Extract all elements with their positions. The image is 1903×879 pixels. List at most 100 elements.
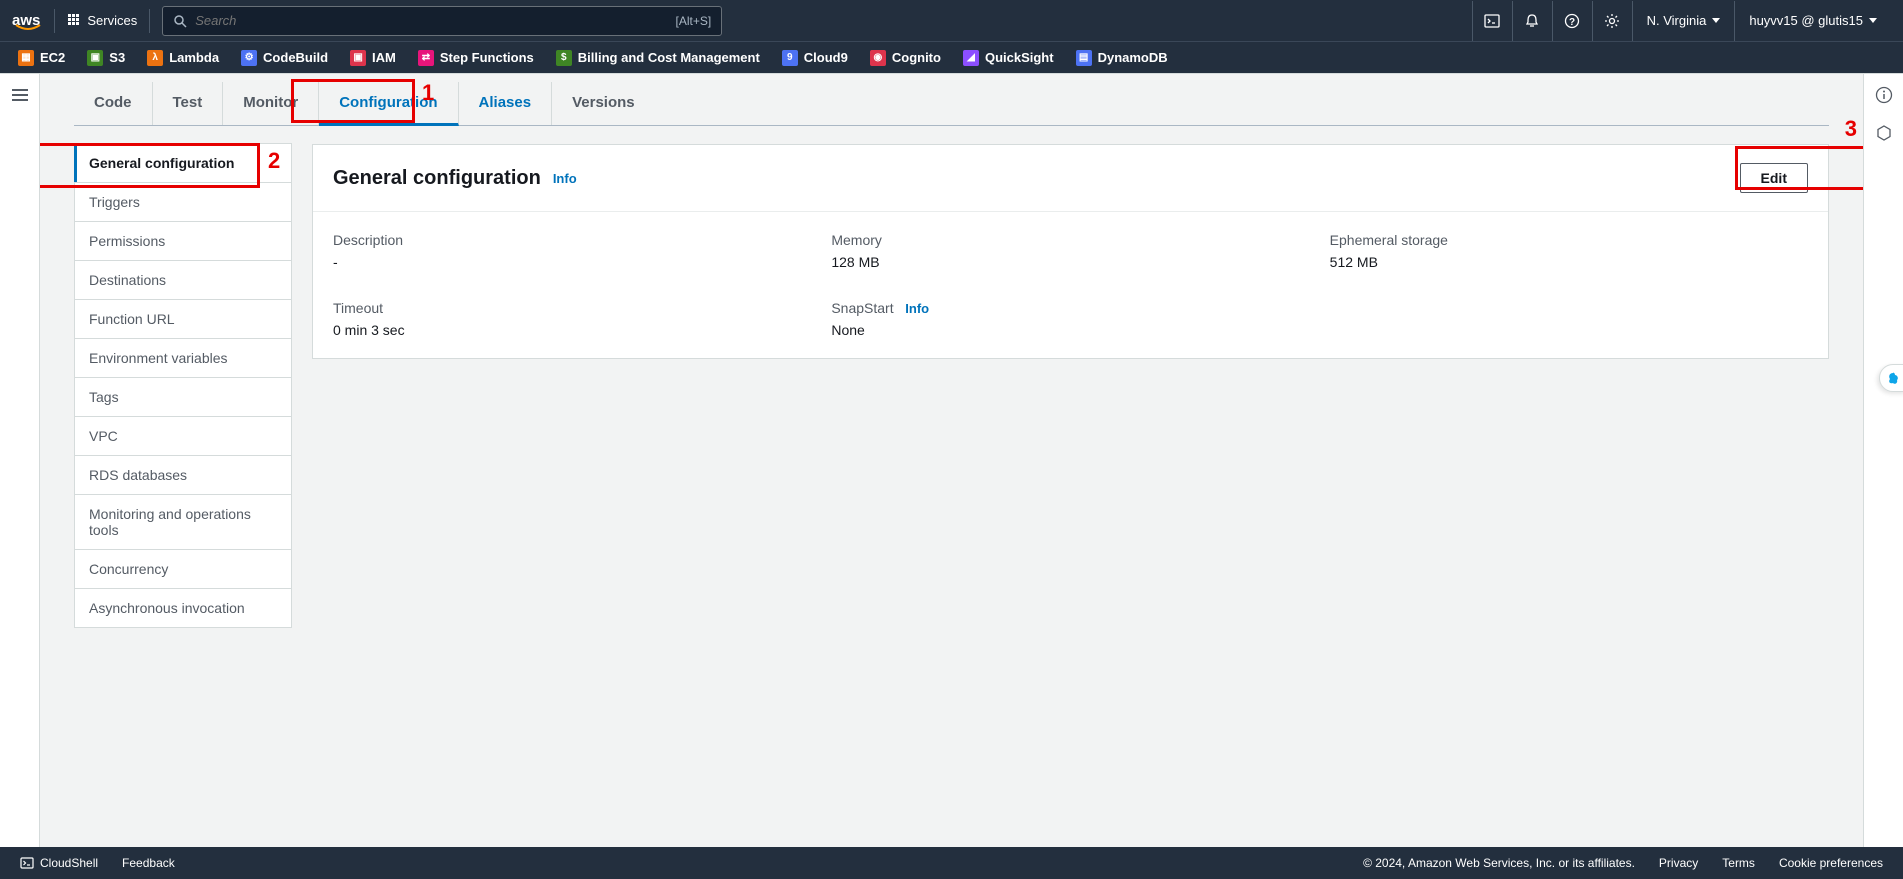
- sidenav-item-concurrency[interactable]: Concurrency: [74, 549, 292, 589]
- config-sidenav: General configuration Triggers Permissio…: [74, 144, 292, 628]
- search-icon: [173, 14, 187, 28]
- fav-item-cognito[interactable]: ◉Cognito: [870, 50, 941, 66]
- left-rail: [0, 74, 40, 847]
- hexagon-icon[interactable]: [1875, 124, 1893, 142]
- sidenav-item-environment-variables[interactable]: Environment variables: [74, 338, 292, 378]
- field-label: Memory: [831, 232, 1309, 248]
- tab-aliases[interactable]: Aliases: [459, 82, 553, 125]
- sidenav-item-monitoring-tools[interactable]: Monitoring and operations tools: [74, 494, 292, 550]
- cloud9-icon: 9: [782, 50, 798, 66]
- s3-icon: ▣: [87, 50, 103, 66]
- dynamodb-icon: ▤: [1076, 50, 1092, 66]
- sidenav-item-function-url[interactable]: Function URL: [74, 299, 292, 339]
- main-shell: 1 Code Test Monitor Configuration Aliase…: [0, 73, 1903, 847]
- copyright-text: © 2024, Amazon Web Services, Inc. or its…: [1363, 856, 1635, 870]
- favorites-bar: ▦EC2 ▣S3 λLambda ⚙CodeBuild ▣IAM ⇄Step F…: [0, 41, 1903, 73]
- field-value: None: [831, 322, 1309, 338]
- sidenav-item-tags[interactable]: Tags: [74, 377, 292, 417]
- field-snapstart: SnapStart Info None: [831, 300, 1309, 338]
- quicksight-icon: ◢: [963, 50, 979, 66]
- info-panel-icon[interactable]: [1875, 86, 1893, 104]
- services-label: Services: [87, 13, 137, 28]
- grid-icon: [67, 14, 81, 28]
- snapstart-info-link[interactable]: Info: [905, 301, 929, 316]
- fav-item-codebuild[interactable]: ⚙CodeBuild: [241, 50, 328, 66]
- fav-item-s3[interactable]: ▣S3: [87, 50, 125, 66]
- tabs: Code Test Monitor Configuration Aliases …: [74, 82, 1829, 126]
- ec2-icon: ▦: [18, 50, 34, 66]
- region-label: N. Virginia: [1647, 13, 1707, 28]
- settings-icon-button[interactable]: [1592, 1, 1632, 41]
- codebuild-icon: ⚙: [241, 50, 257, 66]
- sidenav-item-vpc[interactable]: VPC: [74, 416, 292, 456]
- sidenav-item-rds-databases[interactable]: RDS databases: [74, 455, 292, 495]
- field-memory: Memory 128 MB: [831, 232, 1309, 270]
- right-rail: [1863, 74, 1903, 847]
- privacy-link[interactable]: Privacy: [1659, 856, 1698, 870]
- sidenav-item-triggers[interactable]: Triggers: [74, 182, 292, 222]
- tab-configuration[interactable]: Configuration: [319, 82, 458, 126]
- field-value: 0 min 3 sec: [333, 322, 811, 338]
- field-ephemeral-storage: Ephemeral storage 512 MB: [1330, 232, 1808, 270]
- cloudshell-button[interactable]: CloudShell: [20, 856, 98, 870]
- info-link[interactable]: Info: [553, 171, 577, 186]
- fav-item-quicksight[interactable]: ◢QuickSight: [963, 50, 1054, 66]
- account-selector[interactable]: huyvv15 @ glutis15: [1734, 1, 1891, 41]
- panel-body: Description - Memory 128 MB Ephemeral st…: [313, 212, 1828, 358]
- fav-item-lambda[interactable]: λLambda: [147, 50, 219, 66]
- sidenav-item-permissions[interactable]: Permissions: [74, 221, 292, 261]
- chevron-down-icon: [1712, 18, 1720, 23]
- region-selector[interactable]: N. Virginia: [1632, 1, 1735, 41]
- fav-item-cloud9[interactable]: 9Cloud9: [782, 50, 848, 66]
- search-box[interactable]: [Alt+S]: [162, 6, 722, 36]
- field-label: Ephemeral storage: [1330, 232, 1808, 248]
- terms-link[interactable]: Terms: [1722, 856, 1755, 870]
- edit-button[interactable]: Edit: [1740, 163, 1808, 193]
- field-value: 512 MB: [1330, 254, 1808, 270]
- panel-title: General configuration: [333, 167, 541, 190]
- field-description: Description -: [333, 232, 811, 270]
- footer: CloudShell Feedback © 2024, Amazon Web S…: [0, 847, 1903, 879]
- tab-test[interactable]: Test: [153, 82, 224, 125]
- tab-monitor[interactable]: Monitor: [223, 82, 319, 125]
- field-label: Description: [333, 232, 811, 248]
- main-content: 1 Code Test Monitor Configuration Aliase…: [40, 74, 1863, 847]
- svg-text:?: ?: [1569, 17, 1575, 28]
- sidenav-item-destinations[interactable]: Destinations: [74, 260, 292, 300]
- sidenav-item-general-configuration[interactable]: General configuration: [74, 143, 292, 183]
- top-nav: aws Services [Alt+S] ? N. Virginia huyvv…: [0, 0, 1903, 41]
- tab-versions[interactable]: Versions: [552, 82, 655, 125]
- feedback-link[interactable]: Feedback: [122, 856, 175, 870]
- fav-item-billing[interactable]: $Billing and Cost Management: [556, 50, 760, 66]
- field-label: Timeout: [333, 300, 811, 316]
- aws-logo[interactable]: aws: [12, 9, 55, 33]
- services-button[interactable]: Services: [55, 9, 150, 33]
- field-value: -: [333, 254, 811, 270]
- config-layout: General configuration Triggers Permissio…: [74, 144, 1829, 628]
- annotation-label-3: 3: [1845, 116, 1857, 142]
- panel-header: General configuration Info Edit: [313, 145, 1828, 212]
- tab-code[interactable]: Code: [74, 82, 153, 125]
- lambda-icon: λ: [147, 50, 163, 66]
- iam-icon: ▣: [350, 50, 366, 66]
- sidenav-item-async-invocation[interactable]: Asynchronous invocation: [74, 588, 292, 628]
- cloudshell-icon: [20, 856, 34, 870]
- fav-item-stepfunctions[interactable]: ⇄Step Functions: [418, 50, 534, 66]
- search-input[interactable]: [195, 13, 675, 28]
- help-icon-button[interactable]: ?: [1552, 1, 1592, 41]
- fav-item-dynamodb[interactable]: ▤DynamoDB: [1076, 50, 1168, 66]
- account-label: huyvv15 @ glutis15: [1749, 13, 1863, 28]
- billing-icon: $: [556, 50, 572, 66]
- fav-item-iam[interactable]: ▣IAM: [350, 50, 396, 66]
- search-shortcut: [Alt+S]: [676, 14, 712, 28]
- menu-toggle-button[interactable]: [12, 86, 28, 104]
- cognito-icon: ◉: [870, 50, 886, 66]
- field-value: 128 MB: [831, 254, 1309, 270]
- cloudshell-icon-button[interactable]: [1472, 1, 1512, 41]
- cookies-link[interactable]: Cookie preferences: [1779, 856, 1883, 870]
- chevron-down-icon: [1869, 18, 1877, 23]
- general-configuration-panel: General configuration Info Edit Descript…: [312, 144, 1829, 359]
- codewhisperer-widget[interactable]: [1879, 364, 1903, 392]
- fav-item-ec2[interactable]: ▦EC2: [18, 50, 65, 66]
- notifications-icon-button[interactable]: [1512, 1, 1552, 41]
